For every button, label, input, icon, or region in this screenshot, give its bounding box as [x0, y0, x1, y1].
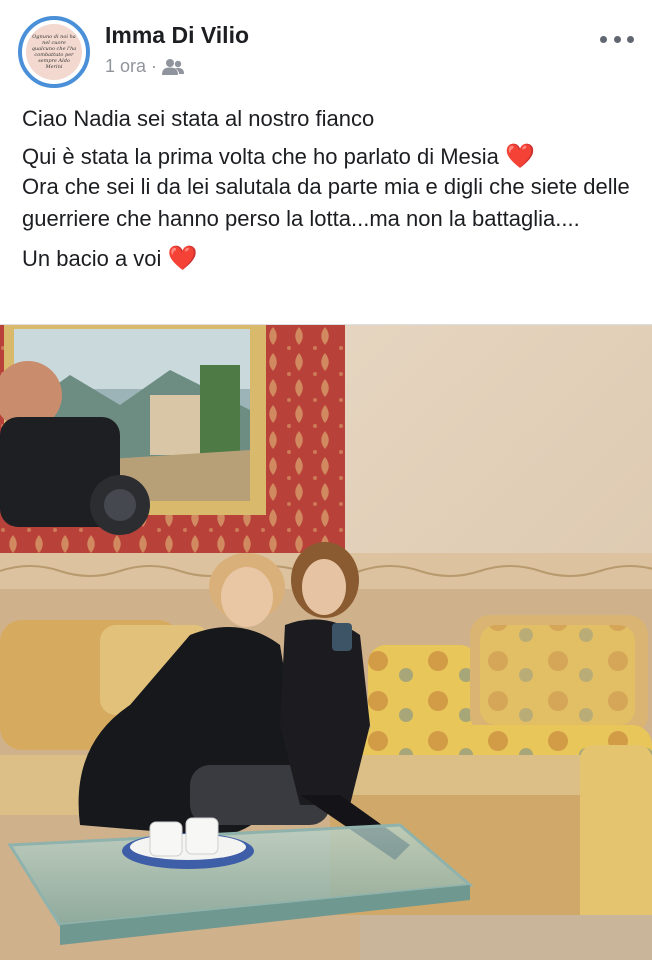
more-dot — [613, 35, 621, 43]
post-body: Ciao Nadia sei stata al nostro fianco Qu… — [22, 103, 637, 283]
author-name[interactable]: Imma Di Vilio — [105, 22, 249, 49]
post-paragraph: Un bacio a voi ❤️ — [22, 245, 198, 272]
more-dot — [627, 35, 634, 43]
friends-icon[interactable] — [162, 58, 185, 76]
post-meta: 1 ora · — [105, 56, 185, 77]
post-photo[interactable] — [0, 324, 652, 960]
post-header: Ognuno di noi ha nel cuore qualcuno che … — [0, 0, 652, 96]
photo-illustration — [0, 325, 652, 960]
avatar-quote: Ognuno di noi ha nel cuore qualcuno che … — [31, 34, 77, 70]
heart-emoji: ❤️ — [167, 245, 198, 272]
avatar-image: Ognuno di noi ha nel cuore qualcuno che … — [26, 24, 82, 80]
post-paragraph: Qui è stata la prima volta che ho parlat… — [22, 143, 535, 170]
post-paragraph: Ciao Nadia sei stata al nostro fianco — [22, 106, 375, 131]
avatar[interactable]: Ognuno di noi ha nel cuore qualcuno che … — [18, 16, 90, 88]
heart-emoji: ❤️ — [505, 143, 535, 170]
more-options-icon[interactable] — [600, 28, 634, 50]
more-dot — [600, 35, 607, 43]
post-time[interactable]: 1 ora — [105, 56, 146, 77]
post-paragraph: Ora che sei li da lei salutala da parte … — [22, 174, 630, 231]
meta-separator: · — [151, 56, 158, 76]
